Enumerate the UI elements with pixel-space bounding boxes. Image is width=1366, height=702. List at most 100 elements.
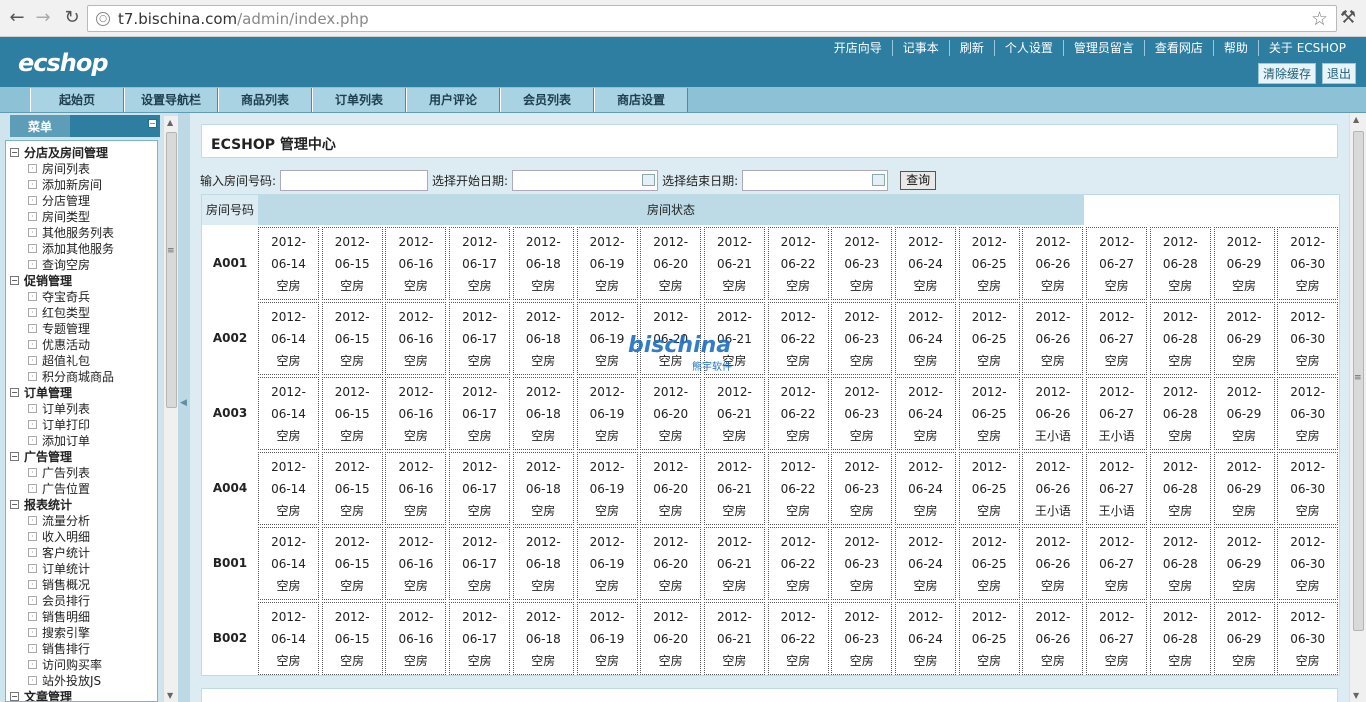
- room-status-cell[interactable]: 2012- 06-29 空房: [1213, 227, 1275, 300]
- collapse-icon[interactable]: −: [10, 452, 19, 461]
- room-status-cell[interactable]: 2012- 06-30 空房: [1277, 227, 1339, 300]
- room-status-cell[interactable]: 2012- 06-27 空房: [1086, 602, 1148, 675]
- room-status-cell[interactable]: 2012- 06-24 空房: [895, 527, 956, 600]
- room-status-cell[interactable]: 2012- 06-20 空房: [640, 527, 702, 600]
- room-status-cell[interactable]: 2012- 06-27 王小语: [1086, 452, 1148, 525]
- top-link[interactable]: 记事本: [891, 40, 949, 56]
- room-status-cell[interactable]: 2012- 06-29 空房: [1213, 302, 1275, 375]
- room-status-cell[interactable]: 2012- 06-29 空房: [1213, 377, 1275, 450]
- nav-tab[interactable]: 商店设置: [594, 88, 688, 112]
- room-status-cell[interactable]: 2012- 06-17 空房: [449, 602, 511, 675]
- nav-tab[interactable]: 商品列表: [218, 88, 312, 112]
- collapse-icon[interactable]: −: [10, 276, 19, 285]
- room-status-cell[interactable]: 2012- 06-25 空房: [958, 527, 1020, 600]
- top-link[interactable]: 开店向导: [824, 40, 892, 56]
- menu-group[interactable]: − 报表统计: [10, 497, 157, 513]
- room-status-cell[interactable]: 2012- 06-30 空房: [1277, 302, 1339, 375]
- room-status-cell[interactable]: 2012- 06-16 空房: [385, 602, 447, 675]
- room-status-cell[interactable]: 2012- 06-19 空房: [576, 452, 638, 525]
- room-status-cell[interactable]: 2012- 06-23 空房: [831, 377, 893, 450]
- room-status-cell[interactable]: 2012- 06-15 空房: [321, 452, 383, 525]
- room-status-cell[interactable]: 2012- 06-29 空房: [1213, 452, 1275, 525]
- room-status-cell[interactable]: 2012- 06-16 空房: [385, 527, 447, 600]
- calendar-icon[interactable]: [872, 173, 886, 186]
- collapse-icon[interactable]: −: [10, 692, 19, 701]
- room-status-cell[interactable]: 2012- 06-17 空房: [449, 302, 511, 375]
- nav-tab[interactable]: 用户评论: [406, 88, 500, 112]
- room-status-cell[interactable]: 2012- 06-29 空房: [1213, 602, 1275, 675]
- room-status-cell[interactable]: 2012- 06-14 空房: [258, 377, 319, 450]
- reload-icon[interactable]: ↻: [62, 8, 82, 28]
- room-status-cell[interactable]: 2012- 06-25 空房: [958, 302, 1020, 375]
- room-status-cell[interactable]: 2012- 06-16 空房: [385, 452, 447, 525]
- room-status-cell[interactable]: 2012- 06-17 空房: [449, 452, 511, 525]
- room-status-cell[interactable]: 2012- 06-21 空房: [703, 527, 765, 600]
- room-status-cell[interactable]: 2012- 06-18 空房: [512, 452, 574, 525]
- menu-item[interactable]: · 红包类型: [10, 305, 157, 321]
- room-status-cell[interactable]: 2012- 06-19 空房: [576, 227, 638, 300]
- room-status-cell[interactable]: 2012- 06-15 空房: [321, 302, 383, 375]
- room-status-cell[interactable]: 2012- 06-21 空房: [703, 452, 765, 525]
- room-status-cell[interactable]: 2012- 06-23 空房: [831, 227, 893, 300]
- menu-item[interactable]: · 超值礼包: [10, 353, 157, 369]
- room-status-cell[interactable]: 2012- 06-20 空房: [640, 377, 702, 450]
- nav-tab[interactable]: 订单列表: [312, 88, 406, 112]
- room-status-cell[interactable]: 2012- 06-18 空房: [512, 602, 574, 675]
- top-link[interactable]: 管理员留言: [1062, 40, 1144, 56]
- room-status-cell[interactable]: 2012- 06-26 王小语: [1022, 377, 1084, 450]
- collapse-icon[interactable]: −: [10, 500, 19, 509]
- menu-item[interactable]: · 订单打印: [10, 417, 157, 433]
- main-scrollbar[interactable]: ▲ ≡ ▼: [1349, 113, 1366, 702]
- wrench-icon[interactable]: ⚒: [1340, 7, 1356, 28]
- collapse-sidebar-icon[interactable]: ◀: [180, 398, 187, 408]
- room-status-cell[interactable]: 2012- 06-18 空房: [512, 302, 574, 375]
- menu-item[interactable]: · 添加新房间: [10, 177, 157, 193]
- room-status-cell[interactable]: 2012- 06-16 空房: [385, 377, 447, 450]
- menu-item[interactable]: · 客户统计: [10, 545, 157, 561]
- room-status-cell[interactable]: 2012- 06-24 空房: [895, 227, 956, 300]
- top-link[interactable]: 帮助: [1212, 40, 1258, 56]
- room-status-cell[interactable]: 2012- 06-26 空房: [1022, 302, 1084, 375]
- end-date-input[interactable]: [742, 169, 889, 191]
- room-status-cell[interactable]: 2012- 06-24 空房: [895, 377, 956, 450]
- room-status-cell[interactable]: 2012- 06-19 空房: [576, 377, 638, 450]
- menu-item[interactable]: · 销售明细: [10, 609, 157, 625]
- back-icon[interactable]: ←: [7, 8, 27, 28]
- room-status-cell[interactable]: 2012- 06-15 空房: [321, 602, 383, 675]
- menu-item[interactable]: · 其他服务列表: [10, 225, 157, 241]
- nav-tab[interactable]: 设置导航栏: [124, 88, 218, 112]
- room-status-cell[interactable]: 2012- 06-21 空房: [703, 227, 765, 300]
- room-status-cell[interactable]: 2012- 06-29 空房: [1213, 527, 1275, 600]
- room-status-cell[interactable]: 2012- 06-28 空房: [1149, 602, 1211, 675]
- room-status-cell[interactable]: 2012- 06-30 空房: [1277, 377, 1339, 450]
- menu-group[interactable]: − 广告管理: [10, 449, 157, 465]
- room-status-cell[interactable]: 2012- 06-14 空房: [258, 227, 319, 300]
- top-link[interactable]: 刷新: [948, 40, 994, 56]
- room-status-cell[interactable]: 2012- 06-30 空房: [1277, 602, 1339, 675]
- menu-group[interactable]: − 促销管理: [10, 273, 157, 289]
- room-status-cell[interactable]: 2012- 06-18 空房: [512, 527, 574, 600]
- room-status-cell[interactable]: 2012- 06-17 空房: [449, 227, 511, 300]
- sidebar-scroll-thumb[interactable]: [166, 132, 177, 408]
- menu-item[interactable]: · 查询空房: [10, 257, 157, 273]
- menu-item[interactable]: · 房间类型: [10, 209, 157, 225]
- room-status-cell[interactable]: 2012- 06-17 空房: [449, 527, 511, 600]
- room-status-cell[interactable]: 2012- 06-23 空房: [831, 302, 893, 375]
- room-status-cell[interactable]: 2012- 06-19 空房: [576, 527, 638, 600]
- room-status-cell[interactable]: 2012- 06-22 空房: [767, 602, 829, 675]
- forward-icon[interactable]: →: [33, 8, 53, 28]
- room-status-cell[interactable]: 2012- 06-16 空房: [385, 302, 447, 375]
- room-status-cell[interactable]: 2012- 06-27 王小语: [1086, 377, 1148, 450]
- menu-item[interactable]: · 专题管理: [10, 321, 157, 337]
- room-status-cell[interactable]: 2012- 06-24 空房: [895, 452, 956, 525]
- room-status-cell[interactable]: 2012- 06-15 空房: [321, 377, 383, 450]
- room-status-cell[interactable]: 2012- 06-28 空房: [1149, 377, 1211, 450]
- menu-item[interactable]: · 站外投放JS: [10, 673, 157, 689]
- menu-group[interactable]: − 分店及房间管理: [10, 145, 157, 161]
- address-bar[interactable]: ○ t7.bischina.com/admin/index.php ☆: [87, 5, 1337, 32]
- bookmark-star-icon[interactable]: ☆: [1311, 8, 1328, 30]
- menu-item[interactable]: · 夺宝奇兵: [10, 289, 157, 305]
- room-status-cell[interactable]: 2012- 06-22 空房: [767, 377, 829, 450]
- scroll-up-icon[interactable]: ▲: [167, 118, 173, 127]
- room-status-cell[interactable]: 2012- 06-28 空房: [1149, 227, 1211, 300]
